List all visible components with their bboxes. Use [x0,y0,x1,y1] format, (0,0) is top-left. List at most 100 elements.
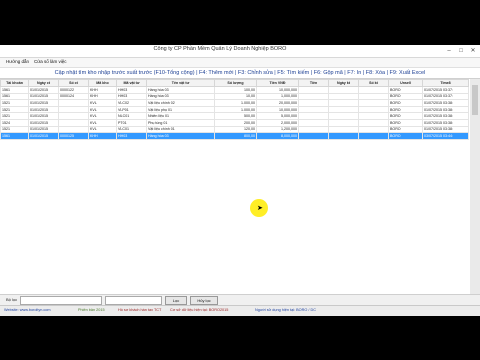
table-cell: 200,00 [214,118,257,127]
table-cell: 1521 [0,112,29,120]
filter-button[interactable]: Lọc [165,296,187,305]
column-header[interactable]: Tài khoản [0,79,29,87]
table-cell: 1521 [0,105,29,114]
table-cell [328,125,359,134]
table-header-row: Tài khoản Ngày ct Số ct Mã kho Mã vật tư… [0,79,469,87]
table-cell: 500,00 [214,112,257,120]
table-cell: 1521 [0,125,29,134]
table-cell: 20,000,000 [256,99,299,107]
table-cell [358,132,389,140]
table-cell: BORO [388,86,423,94]
table-row[interactable]: 1521 01/01/2015 KVL NLC01 Nhiên liệu 01 … [0,112,469,120]
table-row[interactable]: 1521 01/01/2015 KVL VLC02 Vật liệu chính… [0,99,469,107]
table-cell: 1.000,00 [214,105,257,114]
table-cell: 1.000,00 [214,99,257,107]
table-row[interactable]: 1561 01/01/2015 0000122 KHH HH03 Hàng hó… [0,86,469,94]
table-cell: 01/07/2015 03:38: [422,99,469,107]
table-cell: 2,000,000 [256,118,299,127]
table-cell: KHH [88,132,117,140]
table-cell: BORO [388,105,423,114]
table-cell: 01/01/2015 [28,86,59,94]
filter-label: Bộ lọc [6,297,18,302]
table-cell: Hàng hóa 03 [146,132,215,140]
table-cell [328,92,359,101]
table-cell [328,86,359,94]
table-row[interactable]: 1561 01/01/2015 0000124 KHH HH03 Hàng hó… [0,92,469,101]
filter-value-input[interactable] [105,296,162,305]
table-cell [298,125,329,134]
table-cell: 01/07/2015 03:38: [422,105,469,114]
table-row[interactable]: 1524 01/01/2015 KVL PT01 Phụ tùng 01 200… [0,118,469,127]
table-cell: Phụ tùng 01 [146,118,215,127]
table-cell [328,132,359,140]
column-header[interactable]: Ngày ct [28,79,59,87]
column-header[interactable]: Time8 [422,79,469,87]
table-cell: Hàng hóa 03 [146,92,215,101]
table-cell [328,105,359,114]
column-header[interactable]: Số lượng [214,79,257,87]
table-cell: 01/01/2015 [28,112,59,120]
maximize-icon[interactable]: □ [456,47,466,55]
minimize-icon[interactable]: – [444,47,454,55]
table-cell: 01/07/2015 03:38: [422,118,469,127]
close-icon[interactable]: ✕ [468,47,478,55]
column-header[interactable]: Unsell [388,79,423,87]
column-header[interactable]: Ngày kt [328,79,359,87]
data-grid: Tài khoản Ngày ct Số ct Mã kho Mã vật tư… [0,79,480,294]
status-database: Cơ sở dữ liệu hiện tại: BORO2015 [170,308,229,312]
table-cell: Vật liệu chính 02 [146,99,215,107]
table-row-selected[interactable]: 1561 01/01/2015 0000125 KHH HH03 Hàng hó… [0,132,469,140]
table-cell: 800,00 [214,132,257,140]
table-cell: 1561 [0,92,29,101]
table-row[interactable]: 1521 01/01/2015 KVL VLC01 Vật liệu chính… [0,125,469,134]
status-bar: Website: www.boroltyn.com Phiên bản 2015… [0,305,480,316]
mouse-cursor-icon: ➤ [257,205,263,212]
table-cell [58,99,89,107]
menu-item-cua-so-lam-viec[interactable]: Cửa sổ làm việc [34,59,67,64]
clear-filter-button[interactable]: Hủy lọc [190,296,218,305]
status-user: Người sử dụng hiện tại: BORO / DC [255,308,316,312]
column-header[interactable]: Số ct [58,79,89,87]
scrollbar-thumb[interactable] [472,85,478,115]
table-cell: Nhiên liệu 01 [146,112,215,120]
shortcut-hint-text: Cập nhật tìm kho nhập trước xuất trước (… [54,70,426,76]
filter-field-select[interactable] [20,296,102,305]
column-header[interactable]: Tiền VNĐ [256,79,299,87]
status-tax-profile: Hồ sơ khách hàn tax TCT [118,308,162,312]
table-cell: 01/01/2015 [28,99,59,107]
table-row[interactable]: 1521 01/01/2015 KVL VLP01 Vật liệu phụ 0… [0,105,469,114]
table-cell: 10,000,000 [256,86,299,94]
vertical-scrollbar[interactable] [470,79,480,294]
table-cell [358,99,389,107]
table-cell [328,118,359,127]
table-cell: 01/01/2015 [28,118,59,127]
window-title: Công ty CP Phần Mềm Quản Lý Doanh Nghiệp… [153,46,287,52]
table-cell: 1,200,000 [256,125,299,134]
column-header[interactable]: Mã vật tư [116,79,147,87]
table-cell: BORO [388,112,423,120]
table-cell: HH03 [116,92,147,101]
column-header[interactable]: Tên vật tư [146,79,215,87]
column-header[interactable]: Mã kho [88,79,117,87]
table-cell: 1524 [0,118,29,127]
table-cell [298,86,329,94]
status-website[interactable]: Website: www.boroltyn.com [4,308,51,312]
table-cell [328,112,359,120]
table-cell: VLC02 [116,99,147,107]
filter-bar: Bộ lọc Lọc Hủy lọc [0,294,480,305]
table-cell: 01/07/2015 03:37: [422,86,469,94]
title-bar: Công ty CP Phần Mềm Quản Lý Doanh Nghiệp… [0,45,480,58]
menu-item-huong-dan[interactable]: Hướng dẫn [6,59,29,64]
column-header[interactable]: Tiền [298,79,329,87]
table-cell [298,105,329,114]
table-cell: KHH [88,92,117,101]
table-cell: KVL [88,118,117,127]
column-header[interactable]: Số kt [358,79,389,87]
table-cell [328,99,359,107]
table-cell: NLC01 [116,112,147,120]
table-cell: 1,000,000 [256,92,299,101]
table-cell [358,118,389,127]
table-cell: 5,000,000 [256,112,299,120]
table-cell: 0000125 [58,132,89,140]
table-cell: 01/01/2015 [28,105,59,114]
